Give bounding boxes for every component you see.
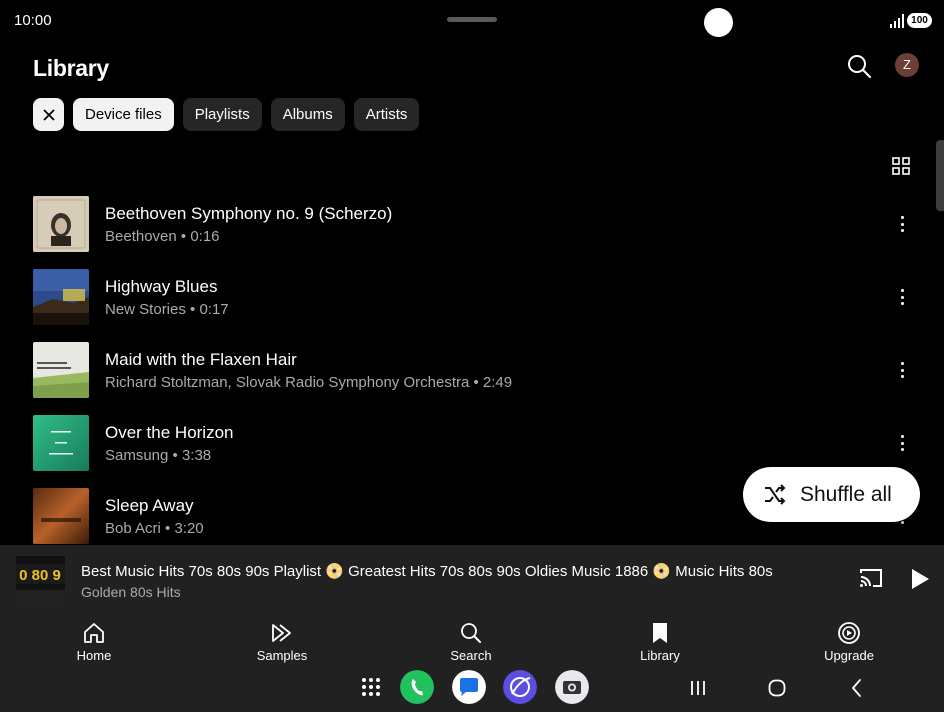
nav-samples-label: Samples — [256, 648, 308, 663]
apps-grid-icon[interactable] — [354, 670, 388, 704]
cast-icon[interactable] — [858, 567, 884, 589]
shuffle-all-button[interactable]: Shuffle all — [743, 467, 920, 522]
track-title: Maid with the Flaxen Hair — [105, 350, 297, 369]
track-title: Highway Blues — [105, 277, 218, 296]
home-button-icon[interactable] — [766, 677, 788, 699]
svg-text:0 80 9: 0 80 9 — [19, 567, 61, 584]
shuffle-icon — [765, 483, 786, 505]
camera-app-icon[interactable] — [555, 670, 589, 704]
browser-app-icon[interactable] — [503, 670, 537, 704]
track-subtitle: Bob Acri • 3:20 — [105, 520, 204, 537]
track-subtitle: Beethoven • 0:16 — [105, 228, 220, 245]
nav-search-label: Search — [450, 648, 492, 663]
more-options-icon[interactable] — [890, 433, 914, 453]
status-time: 10:00 — [14, 12, 52, 29]
nav-search[interactable]: Search — [421, 612, 521, 667]
signal-icon — [890, 14, 904, 28]
album-art — [33, 196, 89, 252]
now-playing-title: Best Music Hits 70s 80s 90s Playlist 📀 G… — [81, 563, 773, 580]
nav-home-label: Home — [76, 648, 112, 663]
nav-library[interactable]: Library — [610, 612, 710, 667]
grid-view-icon[interactable] — [891, 156, 911, 176]
more-options-icon[interactable] — [890, 214, 914, 234]
track-subtitle: Richard Stoltzman, Slovak Radio Symphony… — [105, 374, 513, 391]
camera-cutout — [704, 8, 733, 37]
avatar[interactable]: Z — [895, 53, 919, 77]
more-options-icon[interactable] — [890, 360, 914, 380]
page-title: Library — [33, 55, 109, 81]
nav-upgrade-label: Upgrade — [824, 648, 874, 663]
chip-playlists[interactable]: Playlists — [182, 98, 262, 131]
filter-chips: Device files Playlists Albums Artists — [33, 98, 420, 131]
system-bar — [0, 667, 944, 712]
nav-upgrade[interactable]: Upgrade — [799, 612, 899, 667]
track-title: Over the Horizon — [105, 423, 234, 442]
shuffle-label: Shuffle all — [800, 482, 892, 506]
play-icon[interactable] — [909, 567, 931, 591]
phone-app-icon[interactable] — [400, 670, 434, 704]
bottom-nav: Home Samples Search Library Upgrade — [0, 612, 944, 667]
nav-samples[interactable]: Samples — [232, 612, 332, 667]
chip-artists[interactable]: Artists — [353, 98, 420, 131]
track-row[interactable]: Highway Blues New Stories • 0:17 — [0, 259, 944, 332]
track-row[interactable]: Maid with the Flaxen Hair Richard Stoltz… — [0, 332, 944, 405]
more-options-icon[interactable] — [890, 287, 914, 307]
back-icon[interactable] — [846, 677, 868, 699]
track-title: Beethoven Symphony no. 9 (Scherzo) — [105, 204, 393, 223]
track-row[interactable]: Beethoven Symphony no. 9 (Scherzo) Beeth… — [0, 186, 944, 259]
album-art — [33, 269, 89, 325]
album-art — [33, 342, 89, 398]
track-subtitle: Samsung • 3:38 — [105, 447, 212, 464]
upgrade-icon — [838, 622, 860, 644]
home-icon — [84, 623, 104, 643]
album-art — [33, 488, 89, 544]
close-icon — [42, 108, 55, 121]
album-art — [33, 415, 89, 471]
drag-handle — [447, 17, 497, 22]
clear-filter-button[interactable] — [33, 98, 64, 131]
recents-icon[interactable] — [687, 677, 709, 699]
mini-player-art: 0 80 9 — [16, 556, 65, 605]
search-icon — [461, 623, 481, 643]
nav-home[interactable]: Home — [44, 612, 144, 667]
status-bar: 10:00 100 — [0, 0, 944, 44]
track-title: Sleep Away — [105, 496, 194, 515]
chip-device-files[interactable]: Device files — [73, 98, 174, 131]
now-playing-artist: Golden 80s Hits — [81, 584, 181, 600]
track-subtitle: New Stories • 0:17 — [105, 301, 229, 318]
library-icon — [653, 623, 667, 643]
mini-player[interactable]: 0 80 9 Best Music Hits 70s 80s 90s Playl… — [0, 545, 944, 612]
battery-indicator: 100 — [907, 13, 932, 28]
nav-library-label: Library — [640, 648, 680, 663]
app-header: Library Z — [0, 44, 944, 94]
chip-albums[interactable]: Albums — [270, 98, 345, 131]
search-icon[interactable] — [845, 52, 873, 80]
messages-app-icon[interactable] — [452, 670, 486, 704]
samples-icon — [272, 624, 291, 642]
